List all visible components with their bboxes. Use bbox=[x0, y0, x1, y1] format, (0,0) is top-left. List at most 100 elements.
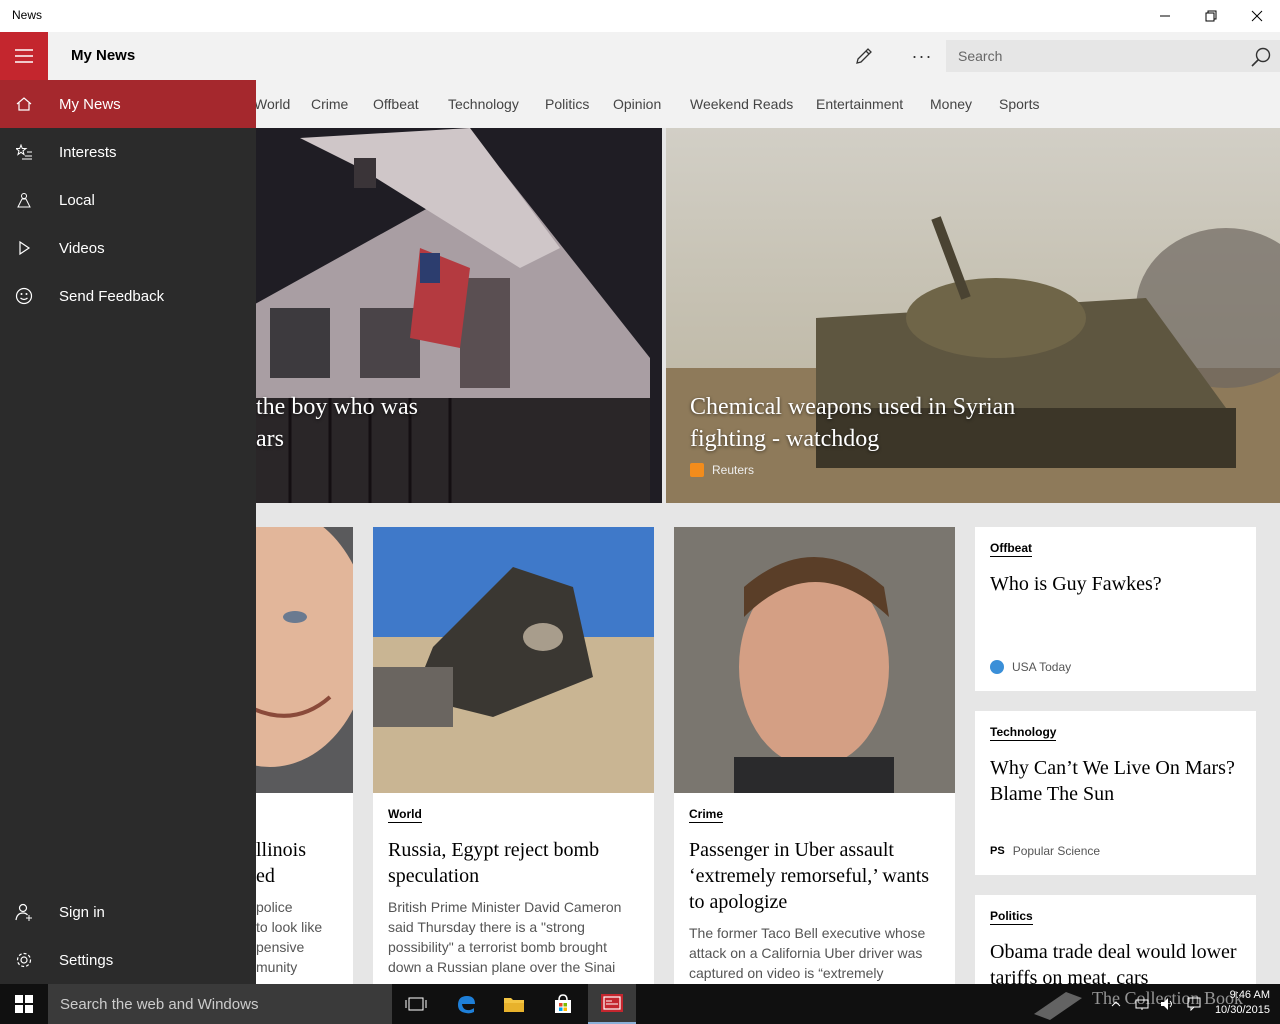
windows-logo-icon bbox=[15, 995, 33, 1013]
taskbar: Search the web and Windows The Collectio… bbox=[0, 984, 1280, 1024]
news-app-button[interactable] bbox=[588, 984, 636, 1024]
tab-entertainment[interactable]: Entertainment bbox=[816, 96, 903, 112]
window-title: News bbox=[12, 8, 43, 22]
task-view-button[interactable] bbox=[392, 984, 440, 1024]
hero-source-2: Reuters bbox=[690, 463, 754, 477]
task-view-icon bbox=[405, 997, 427, 1011]
close-button[interactable] bbox=[1234, 0, 1280, 32]
watermark-book-icon bbox=[1034, 992, 1082, 1020]
reuters-logo-icon bbox=[690, 463, 704, 477]
pencil-icon bbox=[856, 48, 872, 64]
side-story-1[interactable]: Offbeat Who is Guy Fawkes? USA Today bbox=[975, 527, 1256, 691]
smiley-icon bbox=[15, 287, 33, 305]
search-input[interactable] bbox=[946, 40, 1236, 72]
card-source: USA Today bbox=[990, 660, 1071, 674]
nav-item-local[interactable]: Local bbox=[0, 176, 256, 224]
gear-icon bbox=[16, 952, 32, 968]
nav-label: My News bbox=[59, 95, 121, 113]
home-icon bbox=[16, 97, 32, 111]
person-add-icon bbox=[15, 903, 32, 921]
tab-opinion[interactable]: Opinion bbox=[613, 96, 661, 112]
close-icon bbox=[1251, 10, 1263, 22]
card-title: Passenger in Uber assault ‘extremely rem… bbox=[689, 839, 930, 913]
tab-technology[interactable]: Technology bbox=[448, 96, 519, 112]
navigation-drawer: My News Interests Local Videos Send Feed… bbox=[0, 80, 256, 984]
folder-icon bbox=[504, 998, 524, 1012]
card-category[interactable]: Crime bbox=[689, 807, 724, 823]
store-bag-icon bbox=[555, 994, 571, 1013]
app-bar: My News ··· bbox=[0, 32, 1280, 80]
card-title: Obama trade deal would lower tariffs on … bbox=[990, 941, 1237, 984]
edge-button[interactable] bbox=[442, 984, 490, 1024]
hero-headline-1: the boy who was ars bbox=[256, 394, 418, 452]
nav-item-sign-in[interactable]: Sign in bbox=[0, 888, 256, 936]
page-title: My News bbox=[71, 47, 136, 64]
card-title: llinois ed bbox=[256, 839, 307, 887]
tab-crime[interactable]: Crime bbox=[311, 96, 348, 112]
nav-item-interests[interactable]: Interests bbox=[0, 128, 256, 176]
nav-item-videos[interactable]: Videos bbox=[0, 224, 256, 272]
card-title: Russia, Egypt reject bomb speculation bbox=[388, 839, 600, 887]
title-bar: News bbox=[0, 0, 1280, 32]
hamburger-icon bbox=[15, 49, 33, 63]
file-explorer-button[interactable] bbox=[490, 984, 538, 1024]
story-card-3[interactable]: Crime Passenger in Uber assault ‘extreme… bbox=[674, 527, 955, 984]
restore-icon bbox=[1205, 10, 1217, 22]
tab-politics[interactable]: Politics bbox=[545, 96, 589, 112]
card-snippet: The former Taco Bell executive whose att… bbox=[689, 925, 926, 981]
nav-label: Send Feedback bbox=[59, 287, 165, 305]
source-label: Popular Science bbox=[1012, 844, 1101, 858]
nav-label: Settings bbox=[59, 951, 114, 969]
nav-label: Interests bbox=[59, 143, 117, 161]
local-icon bbox=[17, 193, 31, 208]
tab-sports[interactable]: Sports bbox=[999, 96, 1039, 112]
card-title: Who is Guy Fawkes? bbox=[990, 573, 1162, 595]
nav-label: Sign in bbox=[59, 903, 105, 921]
taskbar-search-box[interactable]: Search the web and Windows bbox=[48, 984, 392, 1024]
usa-today-logo-icon bbox=[990, 660, 1004, 674]
minimize-icon bbox=[1160, 15, 1170, 17]
news-app-icon bbox=[601, 994, 623, 1012]
system-clock[interactable]: 9:46 AM 10/30/2015 bbox=[1215, 988, 1270, 1018]
start-button[interactable] bbox=[0, 984, 48, 1024]
side-story-2[interactable]: Technology Why Can’t We Live On Mars? Bl… bbox=[975, 711, 1256, 875]
nav-label: Local bbox=[59, 191, 95, 209]
popular-science-logo-icon: PS bbox=[990, 845, 1005, 857]
card-snippet: police to look like pensive munity bbox=[256, 899, 323, 975]
restore-button[interactable] bbox=[1188, 0, 1234, 32]
card-image-wreckage bbox=[373, 527, 654, 793]
search-icon[interactable] bbox=[1250, 46, 1272, 68]
nav-label: Videos bbox=[59, 239, 105, 257]
source-label: USA Today bbox=[1012, 660, 1072, 674]
tab-world[interactable]: World bbox=[254, 96, 290, 112]
minimize-button[interactable] bbox=[1142, 0, 1188, 32]
nav-item-send-feedback[interactable]: Send Feedback bbox=[0, 272, 256, 320]
hero-story-2[interactable]: Chemical weapons used in Syrian fighting… bbox=[666, 128, 1280, 503]
store-button[interactable] bbox=[539, 984, 587, 1024]
card-category[interactable]: Politics bbox=[990, 909, 1033, 925]
card-category[interactable]: Offbeat bbox=[990, 541, 1032, 557]
source-label: Reuters bbox=[712, 463, 755, 477]
clock-date: 10/30/2015 bbox=[1214, 1004, 1270, 1016]
hero-headline-2: Chemical weapons used in Syrian fighting… bbox=[690, 394, 1016, 452]
card-category[interactable]: World bbox=[388, 807, 422, 823]
edge-browser-icon bbox=[458, 996, 475, 1014]
nav-item-settings[interactable]: Settings bbox=[0, 936, 256, 984]
card-source: PS Popular Science bbox=[990, 844, 1100, 858]
star-list-icon bbox=[16, 144, 32, 160]
card-image-mugshot bbox=[674, 527, 955, 793]
card-snippet: British Prime Minister David Cameron sai… bbox=[388, 899, 622, 975]
card-title: Why Can’t We Live On Mars? Blame The Sun bbox=[990, 757, 1235, 805]
hamburger-button[interactable] bbox=[0, 32, 48, 80]
tab-offbeat[interactable]: Offbeat bbox=[373, 96, 419, 112]
play-icon bbox=[19, 240, 31, 256]
more-button[interactable]: ··· bbox=[900, 32, 944, 80]
tab-weekend-reads[interactable]: Weekend Reads bbox=[690, 96, 793, 112]
card-category[interactable]: Technology bbox=[990, 725, 1057, 741]
side-story-3[interactable]: Politics Obama trade deal would lower ta… bbox=[975, 895, 1256, 984]
tab-money[interactable]: Money bbox=[930, 96, 972, 112]
nav-item-my-news[interactable]: My News bbox=[0, 80, 256, 128]
clock-time: 9:46 AM bbox=[1229, 989, 1270, 1001]
edit-button[interactable] bbox=[842, 32, 886, 80]
story-card-2[interactable]: World Russia, Egypt reject bomb speculat… bbox=[373, 527, 654, 984]
